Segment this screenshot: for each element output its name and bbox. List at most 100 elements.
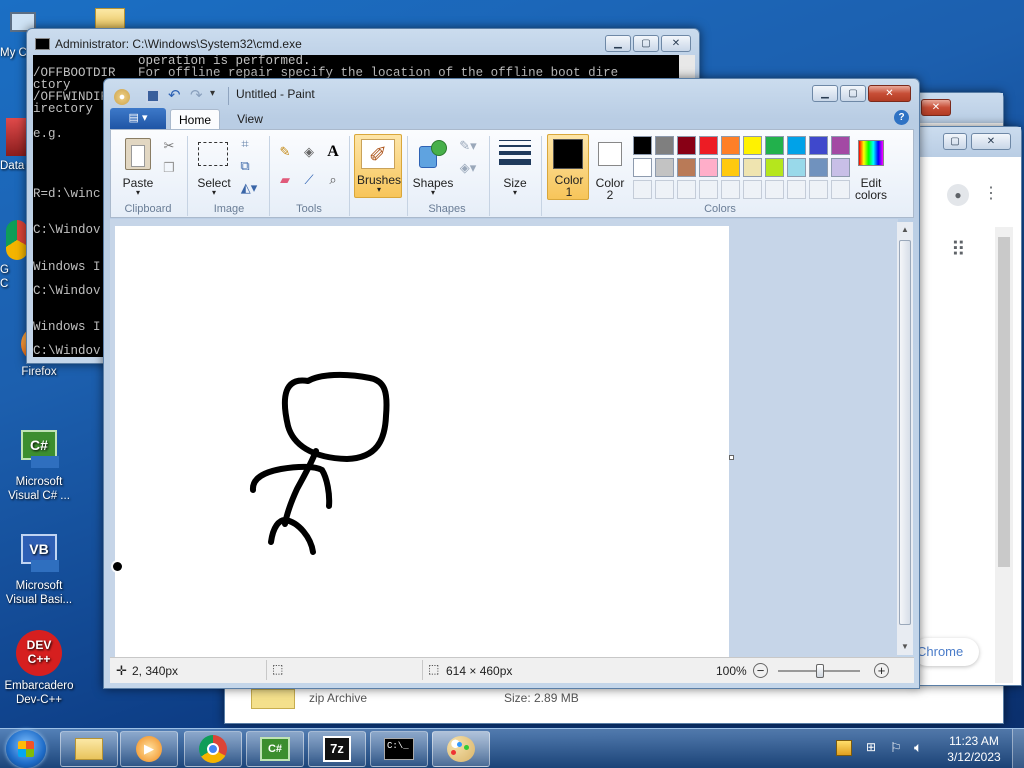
qat-redo-icon[interactable]: ↷ xyxy=(190,86,203,104)
palette-swatch[interactable] xyxy=(809,136,828,155)
palette-swatch[interactable] xyxy=(655,136,674,155)
show-desktop-button[interactable] xyxy=(1012,729,1024,768)
pencil-icon[interactable]: ✎ xyxy=(275,142,295,162)
zoom-in-button[interactable]: + xyxy=(874,663,889,678)
custom-color-slot[interactable] xyxy=(809,180,828,199)
network-icon[interactable]: ⚐ xyxy=(890,740,902,756)
color-picker-icon[interactable]: ⟋ xyxy=(299,170,319,190)
rotate-icon[interactable]: ◭▾ xyxy=(235,178,263,198)
scroll-down-arrow[interactable]: ▼ xyxy=(897,639,913,655)
zoom-out-button[interactable]: − xyxy=(753,663,768,678)
drawing-canvas[interactable] xyxy=(115,226,729,657)
show-hidden-icons-icon[interactable]: ⊞ xyxy=(866,740,876,754)
qat-customize-icon[interactable]: ▾ xyxy=(210,88,215,99)
vertical-scrollbar[interactable]: ▲ ▼ xyxy=(897,222,913,655)
minimize-button[interactable]: ▁ xyxy=(605,35,631,52)
scrollbar[interactable] xyxy=(995,227,1013,683)
custom-color-slot[interactable] xyxy=(699,180,718,199)
taskbar-chrome[interactable] xyxy=(184,731,242,767)
taskbar-media-player[interactable]: ▶ xyxy=(120,731,178,767)
maximize-button[interactable]: ▢ xyxy=(840,85,866,102)
desktop-icon-google-chrome[interactable]: G C xyxy=(0,220,28,291)
taskbar-paint[interactable] xyxy=(432,731,490,767)
color2-button[interactable]: Color 2 xyxy=(591,134,629,202)
palette-swatch[interactable] xyxy=(633,136,652,155)
palette-swatch[interactable] xyxy=(677,158,696,177)
taskbar-7zip[interactable]: 7z xyxy=(308,731,366,767)
custom-color-slot[interactable] xyxy=(655,180,674,199)
profile-icon[interactable]: ● xyxy=(947,184,969,206)
copy-icon[interactable]: ❐ xyxy=(159,158,179,178)
color1-button[interactable]: Color 1 xyxy=(547,134,589,200)
clock-date[interactable]: 3/12/2023 xyxy=(944,750,1004,764)
fill-icon[interactable]: ◈ xyxy=(299,142,319,162)
crop-icon[interactable]: ⌗ xyxy=(235,134,255,154)
custom-color-slot[interactable] xyxy=(633,180,652,199)
palette-swatch[interactable] xyxy=(699,136,718,155)
minimize-button[interactable]: ▁ xyxy=(812,85,838,102)
start-button[interactable] xyxy=(6,730,46,768)
eraser-icon[interactable]: ▰ xyxy=(275,170,295,190)
palette-swatch[interactable] xyxy=(721,136,740,155)
menu-icon[interactable]: ⋮ xyxy=(983,183,999,203)
custom-color-slot[interactable] xyxy=(765,180,784,199)
maximize-button[interactable]: ▢ xyxy=(943,133,967,150)
brushes-button[interactable]: ✐ Brushes ▾ xyxy=(354,134,402,198)
close-button[interactable]: ✕ xyxy=(921,99,951,116)
close-button[interactable]: ✕ xyxy=(868,85,911,102)
palette-swatch[interactable] xyxy=(743,136,762,155)
zoom-slider-thumb[interactable] xyxy=(816,664,824,678)
qat-undo-icon[interactable]: ↶ xyxy=(168,86,181,104)
palette-swatch[interactable] xyxy=(633,158,652,177)
palette-swatch[interactable] xyxy=(699,158,718,177)
palette-swatch[interactable] xyxy=(721,158,740,177)
shapes-button[interactable]: Shapes ▾ xyxy=(411,134,455,200)
palette-swatch[interactable] xyxy=(655,158,674,177)
palette-swatch[interactable] xyxy=(831,158,850,177)
action-center-flag-icon[interactable] xyxy=(836,740,852,756)
canvas-resize-handle[interactable] xyxy=(729,455,734,460)
help-icon[interactable]: ? xyxy=(894,110,909,125)
resize-icon[interactable]: ⧉ xyxy=(235,156,255,176)
custom-color-slot[interactable] xyxy=(721,180,740,199)
custom-color-slot[interactable] xyxy=(677,180,696,199)
scrollbar-thumb[interactable] xyxy=(998,237,1010,567)
qat-save-icon[interactable] xyxy=(146,89,160,103)
outline-icon[interactable]: ✎▾ xyxy=(455,136,481,156)
scrollbar-thumb[interactable] xyxy=(899,240,911,625)
background-chrome-window[interactable]: ▢ ✕ ● ⋮ ⠿ Chrome xyxy=(913,126,1022,686)
desktop-icon-visual-csharp[interactable]: C# Microsoft Visual C# ... xyxy=(2,428,76,503)
palette-swatch[interactable] xyxy=(765,136,784,155)
palette-swatch[interactable] xyxy=(787,136,806,155)
taskbar-explorer[interactable] xyxy=(60,731,118,767)
maximize-button[interactable]: ▢ xyxy=(633,35,659,52)
palette-swatch[interactable] xyxy=(677,136,696,155)
desktop-icon-visual-basic[interactable]: VB Microsoft Visual Basi... xyxy=(2,532,76,607)
scroll-up-arrow[interactable]: ▲ xyxy=(897,222,913,238)
palette-swatch[interactable] xyxy=(809,158,828,177)
paint-menu-button[interactable]: ▤ ▾ xyxy=(110,108,166,129)
magnifier-icon[interactable]: ⌕ xyxy=(323,170,343,190)
clock-time[interactable]: 11:23 AM xyxy=(944,734,1004,748)
custom-color-slot[interactable] xyxy=(831,180,850,199)
edit-colors-button[interactable]: Edit colors xyxy=(851,134,891,202)
tab-view[interactable]: View xyxy=(228,109,272,129)
taskbar-cmd[interactable]: C:\_ xyxy=(370,731,428,767)
select-button[interactable]: Select ▾ xyxy=(193,134,235,200)
fill-shape-icon[interactable]: ◈▾ xyxy=(455,158,481,178)
text-icon[interactable]: A xyxy=(323,142,343,162)
palette-swatch[interactable] xyxy=(743,158,762,177)
chrome-pill-button[interactable]: Chrome xyxy=(913,638,979,666)
paste-button[interactable]: Paste ▾ xyxy=(117,134,159,200)
palette-swatch[interactable] xyxy=(765,158,784,177)
custom-color-slot[interactable] xyxy=(787,180,806,199)
palette-swatch[interactable] xyxy=(787,158,806,177)
size-button[interactable]: Size ▾ xyxy=(495,134,535,200)
zoom-slider[interactable] xyxy=(778,664,860,678)
volume-icon[interactable]: 🔈︎ xyxy=(914,739,922,756)
apps-grid-icon[interactable]: ⠿ xyxy=(951,237,966,262)
close-button[interactable]: ✕ xyxy=(971,133,1011,150)
close-button[interactable]: ✕ xyxy=(661,35,691,52)
custom-color-slot[interactable] xyxy=(743,180,762,199)
desktop-icon-data[interactable]: Data xyxy=(0,118,28,173)
